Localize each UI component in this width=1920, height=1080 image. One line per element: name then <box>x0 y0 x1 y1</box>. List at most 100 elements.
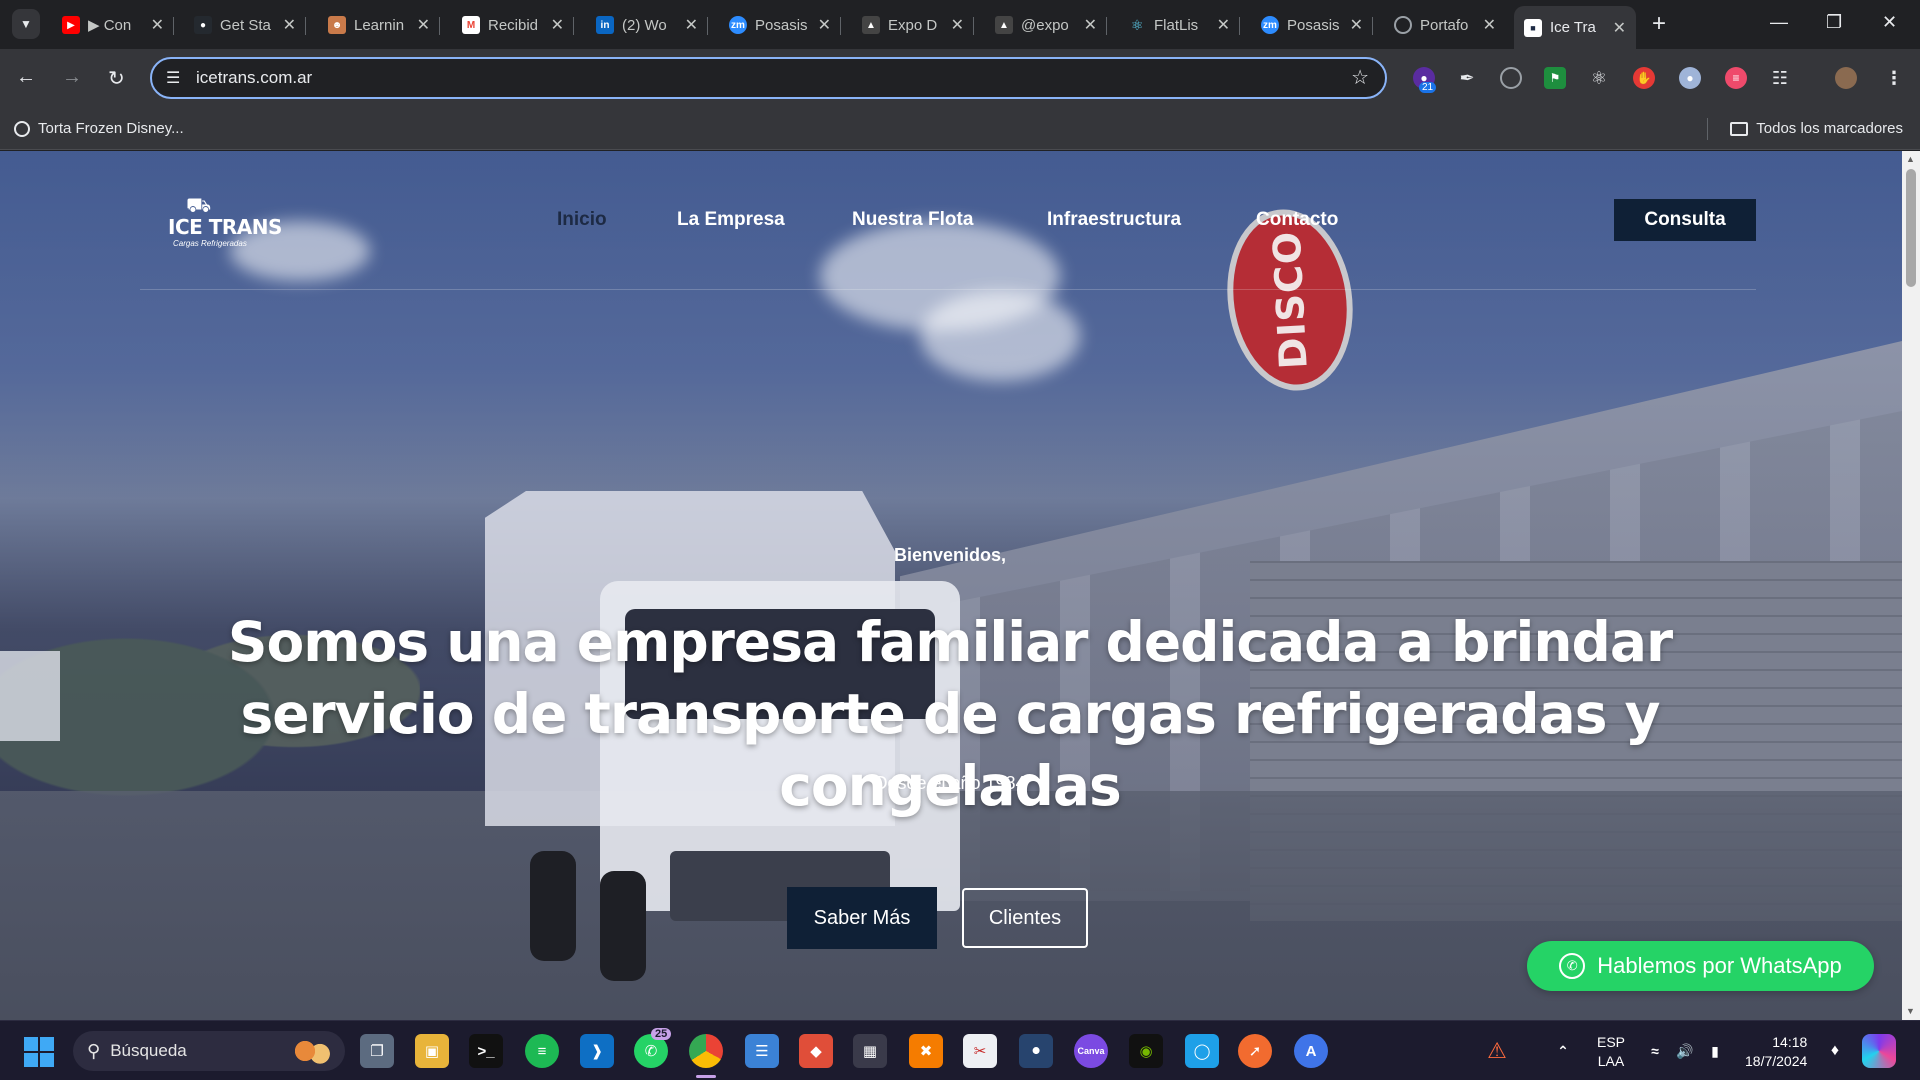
address-bar[interactable]: ☰ ☆ <box>150 57 1387 99</box>
minimize-button[interactable]: — <box>1770 12 1788 33</box>
browser-tab[interactable]: Portafo ✕ <box>1384 8 1506 42</box>
browser-tab[interactable]: ● Get Sta ✕ <box>184 8 306 42</box>
zoom-icon: zm <box>729 16 747 34</box>
taskbar-search[interactable]: ⚲ Búsqueda <box>73 1031 345 1071</box>
android-studio-icon[interactable]: A <box>1294 1034 1328 1068</box>
browser-tab-active[interactable]: ■ Ice Tra ✕ <box>1514 6 1636 49</box>
page-scrollbar[interactable]: ▲ ▼ <box>1902 151 1920 1020</box>
extension-red-hand-icon[interactable]: ✋ <box>1633 67 1655 89</box>
gmail-icon: M <box>462 16 480 34</box>
close-icon[interactable]: ✕ <box>1350 15 1363 35</box>
snipping-tool-icon[interactable]: ✂ <box>963 1034 997 1068</box>
url-input[interactable] <box>196 65 1296 91</box>
xampp-icon[interactable]: ✖ <box>909 1034 943 1068</box>
extensions-puzzle-icon[interactable]: ☷ <box>1769 67 1791 89</box>
scroll-down-icon[interactable]: ▼ <box>1906 1006 1915 1016</box>
clientes-button[interactable]: Clientes <box>962 888 1088 948</box>
saber-mas-button[interactable]: Saber Más <box>787 887 937 949</box>
whatsapp-button[interactable]: ✆ Hablemos por WhatsApp <box>1527 941 1874 991</box>
taskbar-clock[interactable]: 14:18 18/7/2024 <box>1745 1033 1807 1071</box>
scroll-up-icon[interactable]: ▲ <box>1906 154 1915 164</box>
nav-link-la-empresa[interactable]: La Empresa <box>677 209 785 231</box>
truck-wheel <box>600 871 646 981</box>
close-icon[interactable]: ✕ <box>1217 15 1230 35</box>
nvidia-icon[interactable]: ◉ <box>1129 1034 1163 1068</box>
volume-icon[interactable]: 🔊 <box>1668 1034 1702 1068</box>
browser-tab[interactable]: ▲ Expo D ✕ <box>852 8 974 42</box>
browser-tab[interactable]: zm Posasis ✕ <box>719 8 841 42</box>
consulta-button[interactable]: Consulta <box>1614 199 1756 241</box>
close-icon[interactable]: ✕ <box>283 15 296 35</box>
new-tab-button[interactable]: + <box>1652 12 1666 36</box>
reload-button[interactable]: ↻ <box>108 66 125 91</box>
browser-tab[interactable]: ⚛ FlatLis ✕ <box>1118 8 1240 42</box>
wifi-icon[interactable]: ≈ <box>1638 1034 1672 1068</box>
tray-chevron-up-icon[interactable]: ⌃ <box>1546 1034 1580 1068</box>
nav-link-inicio[interactable]: Inicio <box>557 209 607 231</box>
expo-icon: ▲ <box>995 16 1013 34</box>
all-bookmarks-button[interactable]: Todos los marcadores <box>1730 120 1903 137</box>
start-icon-tile <box>24 1053 38 1067</box>
nav-link-nuestra-flota[interactable]: Nuestra Flota <box>852 209 973 231</box>
virtualbox-icon[interactable]: ▦ <box>853 1034 887 1068</box>
close-icon[interactable]: ✕ <box>818 15 831 35</box>
extension-circle-icon[interactable]: ● <box>1679 67 1701 89</box>
close-icon[interactable]: ✕ <box>685 15 698 35</box>
nav-link-contacto[interactable]: Contacto <box>1256 209 1338 231</box>
logo-tagline: Cargas Refrigeradas <box>173 239 247 248</box>
close-icon[interactable]: ✕ <box>417 15 430 35</box>
nav-link-infraestructura[interactable]: Infraestructura <box>1047 209 1181 231</box>
forward-button[interactable]: → <box>62 66 82 89</box>
ice-trans-favicon: ■ <box>1524 18 1542 37</box>
task-view-icon[interactable]: ❐ <box>360 1034 394 1068</box>
browser-tab[interactable]: ☻ Learnin ✕ <box>318 8 440 42</box>
postman-icon[interactable]: ➚ <box>1238 1034 1272 1068</box>
scrollbar-thumb[interactable] <box>1906 169 1916 287</box>
notepad-icon[interactable]: ☰ <box>745 1034 779 1068</box>
browser-tab[interactable]: zm Posasis ✕ <box>1251 8 1373 42</box>
site-info-icon[interactable]: ☰ <box>166 68 180 88</box>
chevron-down-icon: ▼ <box>20 17 32 31</box>
close-icon[interactable]: ✕ <box>151 15 164 35</box>
browser-tab[interactable]: ▶ ▶ Con ✕ <box>52 8 174 42</box>
tab-search-button[interactable]: ▼ <box>12 9 40 39</box>
input-language[interactable]: ESP LAA <box>1597 1033 1625 1071</box>
git-icon[interactable]: ◆ <box>799 1034 833 1068</box>
back-button[interactable]: ← <box>16 66 36 89</box>
profile-avatar[interactable] <box>1835 67 1857 89</box>
react-devtools-icon[interactable]: ⚛ <box>1588 67 1610 89</box>
eyedropper-icon[interactable]: ✒ <box>1456 67 1478 89</box>
notifications-bell-icon[interactable]: ♦ <box>1818 1034 1852 1068</box>
disco-sign-text: DISCO <box>1264 229 1316 371</box>
compass-icon[interactable] <box>1500 67 1522 89</box>
vscode-icon[interactable]: ❱ <box>580 1034 614 1068</box>
tab-title: (2) Wo <box>622 16 667 34</box>
chrome-icon[interactable] <box>689 1034 723 1068</box>
close-icon[interactable]: ✕ <box>1613 18 1626 38</box>
browser-tab[interactable]: ▲ @expo ✕ <box>985 8 1107 42</box>
bookmark-star-icon[interactable]: ☆ <box>1351 65 1369 90</box>
restore-button[interactable]: ❐ <box>1826 12 1842 33</box>
bookmark-item[interactable]: Torta Frozen Disney... <box>14 120 184 137</box>
close-icon[interactable]: ✕ <box>1483 15 1496 35</box>
copilot-icon[interactable] <box>1862 1034 1896 1068</box>
mysql-workbench-icon[interactable]: ⚫ <box>1019 1034 1053 1068</box>
canva-icon[interactable]: Canva <box>1074 1034 1108 1068</box>
notification-app-icon[interactable]: ⚠ <box>1480 1034 1514 1068</box>
browser-tab[interactable]: M Recibid ✕ <box>452 8 574 42</box>
extension-pink-icon[interactable]: ≡ <box>1725 67 1747 89</box>
extension-green-icon[interactable]: ⚑ <box>1544 67 1566 89</box>
close-window-button[interactable]: ✕ <box>1882 12 1897 33</box>
windows-start-button[interactable] <box>24 1037 54 1067</box>
battery-icon[interactable]: ▮ <box>1698 1034 1732 1068</box>
browser-tab[interactable]: in (2) Wo ✕ <box>586 8 708 42</box>
file-explorer-icon[interactable]: ▣ <box>415 1034 449 1068</box>
terminal-icon[interactable]: >_ <box>469 1034 503 1068</box>
speedtest-icon[interactable]: ◯ <box>1185 1034 1219 1068</box>
close-icon[interactable]: ✕ <box>951 15 964 35</box>
close-icon[interactable]: ✕ <box>551 15 564 35</box>
close-icon[interactable]: ✕ <box>1084 15 1097 35</box>
menu-kebab-icon[interactable]: ⋮ <box>1883 67 1905 89</box>
spotify-icon[interactable]: ≡ <box>525 1034 559 1068</box>
search-placeholder: Búsqueda <box>110 1041 187 1060</box>
